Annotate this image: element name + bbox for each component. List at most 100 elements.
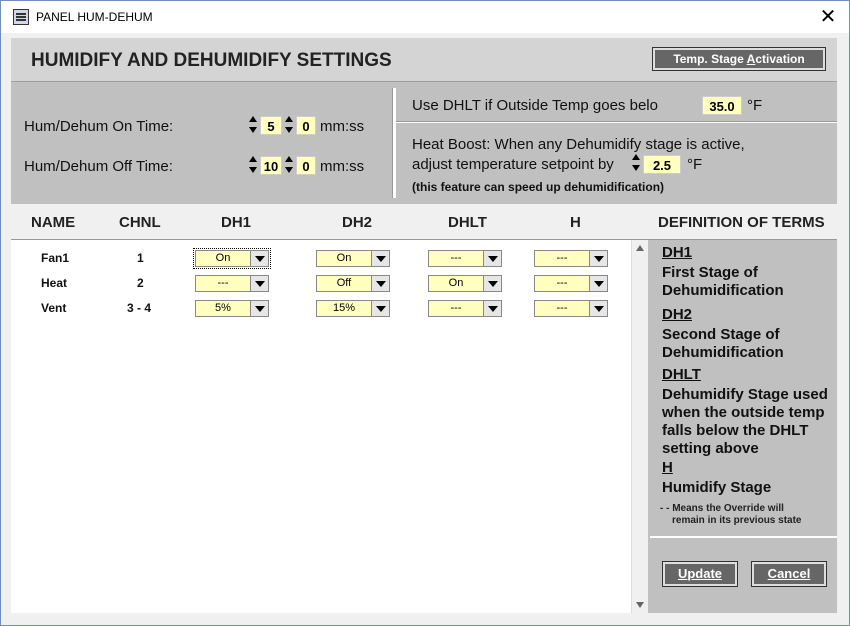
boost-field[interactable]: 2.5: [643, 155, 681, 174]
def-dh2-line2: Dehumidification: [662, 344, 784, 361]
panel-body: HUMIDIFY AND DEHUMIDIFY SETTINGS Temp. S…: [11, 38, 837, 613]
btn-label-post: ctivation: [755, 52, 805, 66]
dropdown-value: On: [215, 252, 231, 264]
dropdown-value: ---: [556, 252, 568, 264]
col-chnl: CHNL: [119, 214, 161, 231]
dropdown-dhlt[interactable]: ---: [428, 250, 502, 267]
on-sec-field[interactable]: 0: [296, 116, 316, 135]
chevron-down-icon: [250, 301, 268, 316]
chevron-down-icon: [589, 276, 607, 291]
grid-scrollbar[interactable]: [631, 240, 648, 613]
title-bar: PANEL HUM-DEHUM ✕: [1, 1, 849, 33]
def-dhlt-term: DHLT: [662, 366, 701, 383]
heat-boost-line2: adjust temperature setpoint by: [412, 156, 614, 173]
def-dh2-term: DH2: [662, 306, 693, 323]
dropdown-value: ---: [450, 302, 462, 314]
horizontal-divider: [396, 121, 837, 123]
dropdown-h[interactable]: ---: [534, 275, 608, 292]
def-dh1-term: DH1: [662, 244, 693, 261]
chevron-down-icon: [371, 251, 389, 266]
dropdown-value: Off: [336, 277, 352, 289]
def-h-term: H: [662, 459, 673, 476]
off-sec-spinner[interactable]: [284, 155, 294, 175]
dropdown-dhlt[interactable]: ---: [428, 300, 502, 317]
cancel-button[interactable]: Cancel: [751, 561, 827, 587]
def-note-line2: remain in its previous state: [672, 515, 802, 526]
vertical-divider: [392, 88, 396, 198]
chevron-down-icon: [371, 301, 389, 316]
dropdown-value: On: [448, 277, 464, 289]
row-name: Fan1: [41, 251, 70, 265]
window: PANEL HUM-DEHUM ✕ HUMIDIFY AND DEHUMIDIF…: [0, 0, 850, 626]
scroll-up-icon[interactable]: [636, 245, 644, 251]
dropdown-value: ---: [450, 252, 462, 264]
panel-header: HUMIDIFY AND DEHUMIDIFY SETTINGS Temp. S…: [11, 38, 837, 82]
row-chnl: 3 - 4: [127, 301, 152, 315]
off-time-label: Hum/Dehum Off Time:: [24, 158, 173, 175]
dropdown-value: ---: [556, 302, 568, 314]
dropdown-dh2[interactable]: 15%: [316, 300, 390, 317]
def-h-line1: Humidify Stage: [662, 479, 772, 496]
scroll-down-icon[interactable]: [636, 602, 644, 608]
dropdown-value: ---: [556, 277, 568, 289]
def-dhlt-line3: falls below the DHLT: [662, 422, 809, 439]
on-min-spinner[interactable]: [248, 115, 258, 135]
col-definitions: DEFINITION OF TERMS: [658, 214, 825, 231]
off-min-spinner[interactable]: [248, 155, 258, 175]
chevron-down-icon: [250, 276, 268, 291]
window-title: PANEL HUM-DEHUM: [36, 10, 153, 24]
dhlt-label: Use DHLT if Outside Temp goes belo: [412, 97, 658, 114]
def-note-line1: - - Means the Override will: [660, 503, 784, 514]
def-dhlt-line4: setting above: [662, 440, 759, 457]
dropdown-dh2[interactable]: On: [316, 250, 390, 267]
chevron-down-icon: [483, 301, 501, 316]
column-header: NAME CHNL DH1 DH2 DHLT H DEFINITION OF T…: [11, 204, 837, 240]
col-dhlt: DHLT: [448, 214, 487, 231]
btn-label-pre: Temp. Stage: [673, 52, 747, 66]
boost-spinner[interactable]: [631, 153, 641, 173]
col-dh2: DH2: [342, 214, 373, 231]
definitions-panel: DH1 First Stage of Dehumidification DH2 …: [650, 240, 837, 536]
def-dh1-line1: First Stage of: [662, 264, 758, 281]
on-time-label: Hum/Dehum On Time:: [24, 118, 174, 135]
dropdown-value: 15%: [332, 302, 356, 314]
chevron-down-icon: [589, 301, 607, 316]
chevron-down-icon: [483, 251, 501, 266]
settings-area: Hum/Dehum On Time: 5 0 mm:ss Hum/Dehum O…: [11, 83, 837, 203]
dropdown-h[interactable]: ---: [534, 250, 608, 267]
off-time-unit: mm:ss: [320, 158, 365, 175]
heat-boost-line1: Heat Boost: When any Dehumidify stage is…: [412, 136, 745, 153]
off-sec-field[interactable]: 0: [296, 156, 316, 175]
on-min-field[interactable]: 5: [260, 116, 282, 135]
app-icon: [13, 9, 29, 25]
on-time-unit: mm:ss: [320, 118, 365, 135]
cancel-accel: C: [767, 566, 778, 581]
chevron-down-icon: [371, 276, 389, 291]
def-dhlt-line1: Dehumidify Stage used: [662, 386, 828, 403]
cancel-label: ancel: [777, 566, 811, 581]
dropdown-dh1[interactable]: 5%: [195, 300, 269, 317]
dropdown-value: ---: [217, 277, 229, 289]
update-button[interactable]: Update: [662, 561, 738, 587]
dropdown-dhlt[interactable]: On: [428, 275, 502, 292]
dropdown-value: 5%: [215, 302, 231, 314]
def-dh2-line1: Second Stage of: [662, 326, 780, 343]
dropdown-h[interactable]: ---: [534, 300, 608, 317]
on-sec-spinner[interactable]: [284, 115, 294, 135]
dropdown-value: On: [336, 252, 352, 264]
close-icon[interactable]: ✕: [817, 5, 839, 27]
dropdown-dh2[interactable]: Off: [316, 275, 390, 292]
heat-boost-note: (this feature can speed up dehumidificat…: [412, 180, 665, 194]
update-accel: U: [677, 566, 688, 581]
row-chnl: 1: [137, 251, 144, 265]
row-name: Vent: [41, 301, 67, 315]
dhlt-temp-field[interactable]: 35.0: [702, 96, 742, 115]
temp-stage-activation-button[interactable]: Temp. Stage Activation: [652, 47, 826, 71]
chevron-down-icon: [589, 251, 607, 266]
chevron-down-icon: [250, 251, 268, 266]
off-min-field[interactable]: 10: [260, 156, 282, 175]
dhlt-unit: °F: [747, 97, 763, 114]
def-dh1-line2: Dehumidification: [662, 282, 784, 299]
dropdown-dh1[interactable]: On: [193, 248, 271, 269]
dropdown-dh1[interactable]: ---: [195, 275, 269, 292]
